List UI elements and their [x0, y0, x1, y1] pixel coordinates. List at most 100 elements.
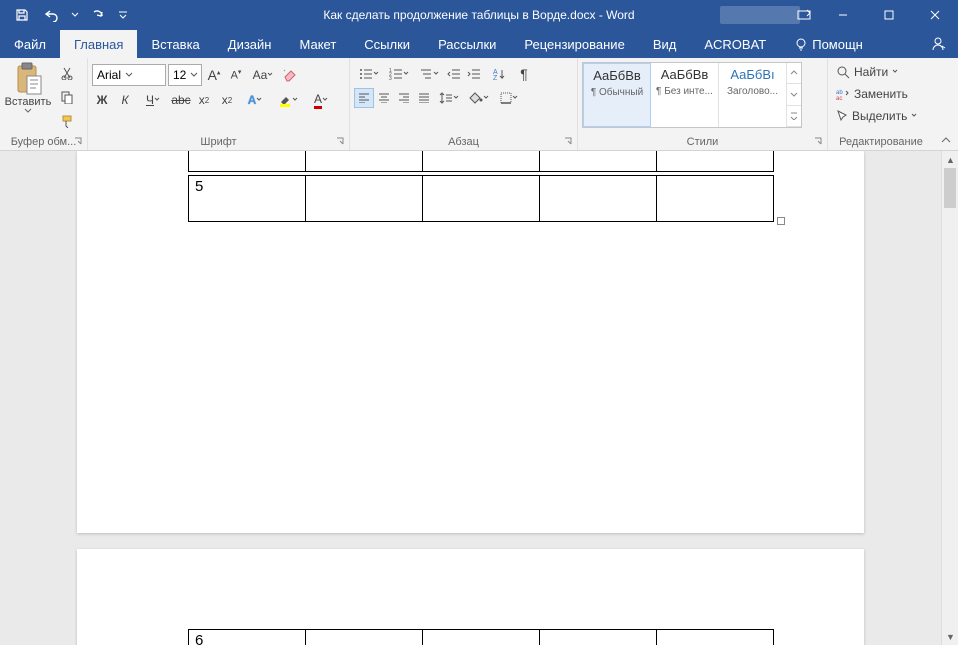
- title-bar: Как сделать продолжение таблицы в Ворде.…: [0, 0, 958, 30]
- align-center-icon: [378, 93, 390, 103]
- paste-button[interactable]: Вставить: [4, 60, 52, 114]
- tell-me[interactable]: Помощн: [780, 30, 877, 58]
- numbering-button[interactable]: 123: [384, 64, 414, 84]
- undo-dropdown[interactable]: [68, 1, 82, 29]
- tabs-right: [930, 30, 958, 58]
- vertical-scrollbar[interactable]: ▲ ▼: [941, 151, 958, 645]
- editing-label: Редактирование: [839, 136, 923, 148]
- qat-customize[interactable]: [114, 1, 132, 29]
- change-case-button[interactable]: Aa: [248, 65, 278, 85]
- justify-button[interactable]: [414, 88, 434, 108]
- styles-more[interactable]: [787, 106, 801, 127]
- tab-mailings[interactable]: Рассылки: [424, 30, 510, 58]
- group-paragraph: 123 AZ ¶ Абзац: [350, 58, 578, 150]
- save-button[interactable]: [8, 1, 36, 29]
- tab-insert[interactable]: Вставка: [137, 30, 213, 58]
- highlight-button[interactable]: [273, 90, 303, 110]
- account-badge[interactable]: [720, 6, 800, 24]
- redo-button[interactable]: [84, 1, 112, 29]
- redo-icon: [90, 8, 106, 22]
- styles-launcher[interactable]: [813, 136, 825, 148]
- group-clipboard: Вставить Буфер обм...: [0, 58, 88, 150]
- chevron-down-icon: [125, 71, 133, 79]
- shading-button[interactable]: [464, 88, 494, 108]
- align-right-button[interactable]: [394, 88, 414, 108]
- align-left-button[interactable]: [354, 88, 374, 108]
- scroll-down-button[interactable]: ▼: [942, 628, 958, 645]
- tab-layout[interactable]: Макет: [285, 30, 350, 58]
- group-styles: АаБбВв ¶ Обычный АаБбВв ¶ Без инте... Аа…: [578, 58, 828, 150]
- undo-button[interactable]: [38, 1, 66, 29]
- tab-acrobat[interactable]: ACROBAT: [690, 30, 780, 58]
- scroll-up-button[interactable]: ▲: [942, 151, 958, 168]
- tab-references[interactable]: Ссылки: [350, 30, 424, 58]
- close-button[interactable]: [912, 0, 958, 30]
- table-cell[interactable]: 5: [189, 176, 306, 222]
- subscript-button[interactable]: x2: [194, 90, 214, 110]
- tab-home[interactable]: Главная: [60, 30, 137, 58]
- page-2[interactable]: 6 7 8: [77, 549, 864, 645]
- tab-design[interactable]: Дизайн: [214, 30, 286, 58]
- shrink-font-button[interactable]: A▾: [226, 65, 246, 85]
- clipboard-launcher[interactable]: [73, 136, 85, 148]
- share-icon[interactable]: [930, 36, 946, 52]
- bullets-icon: [359, 68, 373, 80]
- text-effects-button[interactable]: A: [240, 90, 270, 110]
- chevron-down-icon: [790, 91, 798, 97]
- maximize-button[interactable]: [866, 0, 912, 30]
- table-resize-handle[interactable]: [777, 217, 785, 225]
- tab-review[interactable]: Рецензирование: [510, 30, 638, 58]
- page-1[interactable]: 5: [77, 151, 864, 533]
- tab-view[interactable]: Вид: [639, 30, 691, 58]
- font-size-combo[interactable]: 12: [168, 64, 202, 86]
- copy-button[interactable]: [56, 86, 78, 108]
- font-name-combo[interactable]: Arial: [92, 64, 166, 86]
- style-heading1[interactable]: АаБбВı Заголово...: [719, 63, 787, 127]
- style-no-spacing[interactable]: АаБбВв ¶ Без инте...: [651, 63, 719, 127]
- table-cell[interactable]: 6: [189, 630, 306, 645]
- justify-icon: [418, 93, 430, 103]
- select-icon: [836, 109, 848, 123]
- format-painter-button[interactable]: [56, 110, 78, 132]
- ribbon-display-options[interactable]: [792, 0, 816, 30]
- scroll-thumb[interactable]: [944, 168, 956, 208]
- document-table-1-top[interactable]: [188, 151, 774, 172]
- decrease-indent-button[interactable]: [444, 64, 464, 84]
- styles-scroll-up[interactable]: [787, 63, 801, 84]
- show-marks-button[interactable]: ¶: [514, 64, 534, 84]
- grow-font-button[interactable]: A▴: [204, 65, 224, 85]
- bullets-button[interactable]: [354, 64, 384, 84]
- paragraph-launcher[interactable]: [563, 136, 575, 148]
- document-table-1[interactable]: 5: [188, 175, 774, 222]
- tab-file[interactable]: Файл: [0, 30, 60, 58]
- lightbulb-icon: [794, 37, 808, 51]
- find-button[interactable]: Найти: [836, 62, 917, 82]
- cut-button[interactable]: [56, 62, 78, 84]
- line-spacing-button[interactable]: [434, 88, 464, 108]
- styles-scroll-down[interactable]: [787, 84, 801, 105]
- font-color-button[interactable]: A: [306, 90, 336, 110]
- paragraph-label: Абзац: [448, 136, 479, 148]
- font-launcher[interactable]: [335, 136, 347, 148]
- strikethrough-button[interactable]: abc: [171, 90, 191, 110]
- italic-button[interactable]: К: [115, 90, 135, 110]
- increase-indent-button[interactable]: [464, 64, 484, 84]
- align-center-button[interactable]: [374, 88, 394, 108]
- borders-button[interactable]: [494, 88, 524, 108]
- bold-button[interactable]: Ж: [92, 90, 112, 110]
- collapse-ribbon-button[interactable]: [938, 134, 954, 148]
- replace-button[interactable]: abacЗаменить: [836, 84, 917, 104]
- sort-button[interactable]: AZ: [484, 64, 514, 84]
- clear-formatting-button[interactable]: [280, 65, 300, 85]
- group-font: Arial 12 A▴ A▾ Aa Ж К Ч abc x2 x2 A A Шр…: [88, 58, 350, 150]
- superscript-button[interactable]: x2: [217, 90, 237, 110]
- clipboard-label: Буфер обм...: [11, 136, 77, 148]
- select-button[interactable]: Выделить: [836, 106, 917, 126]
- style-normal[interactable]: АаБбВв ¶ Обычный: [583, 63, 651, 127]
- paste-icon: [13, 62, 43, 96]
- underline-button[interactable]: Ч: [138, 90, 168, 110]
- document-table-2[interactable]: 6 7 8: [188, 629, 774, 645]
- minimize-button[interactable]: [820, 0, 866, 30]
- chevron-down-icon: [403, 71, 409, 77]
- multilevel-list-button[interactable]: [414, 64, 444, 84]
